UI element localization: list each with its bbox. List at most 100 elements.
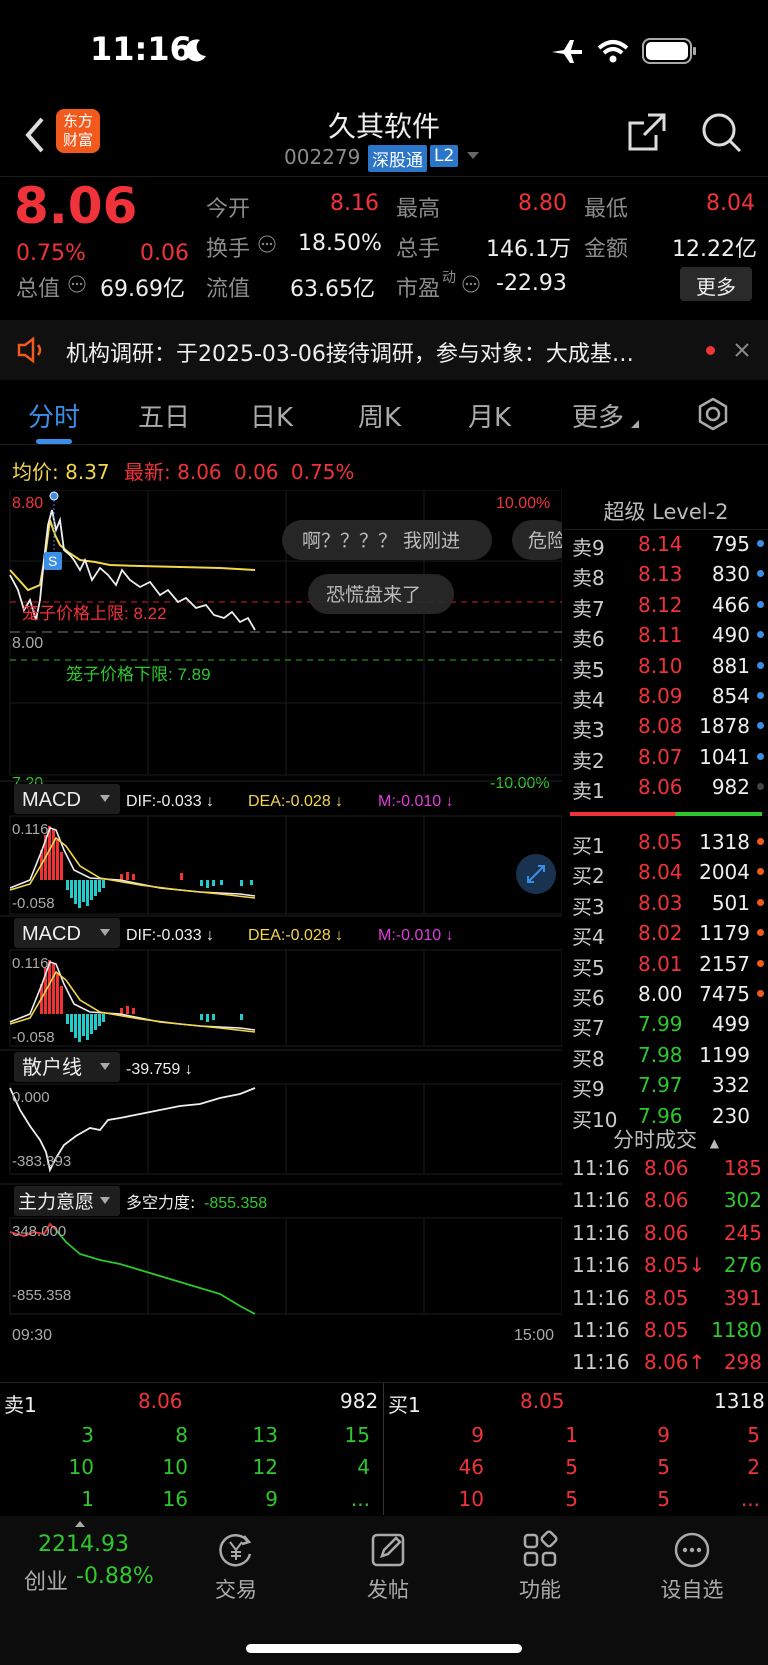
queue-sell-cell: 8	[175, 1423, 188, 1447]
tab-daily-k[interactable]: 日K	[250, 397, 293, 434]
ask-row[interactable]: 卖4 8.09 854	[564, 682, 768, 712]
info-dots-icon[interactable]	[258, 235, 276, 253]
ask-level: 卖2	[572, 748, 605, 773]
more-button[interactable]: 更多	[680, 267, 752, 301]
bid-row[interactable]: 买3 8.03 501	[564, 889, 768, 919]
trades-title[interactable]: 分时成交 ▲	[564, 1124, 768, 1156]
latest-value: 8.06	[177, 460, 222, 484]
airplane-icon	[552, 40, 582, 63]
ask-row[interactable]: 卖8 8.13 830	[564, 560, 768, 590]
retail-bottom: -383.393	[12, 1153, 71, 1170]
amount-value: 12.22亿	[672, 237, 757, 262]
ask-volume: 854	[711, 684, 750, 708]
queue-buy-cell: 5	[565, 1455, 578, 1479]
ask-row[interactable]: 卖3 8.08 1878	[564, 712, 768, 742]
ask-price: 8.07	[638, 744, 683, 769]
ask-row[interactable]: 卖9 8.14 795	[564, 530, 768, 560]
wifi-icon	[597, 40, 629, 63]
battery-icon	[642, 38, 696, 64]
trade-time: 11:16	[572, 1188, 630, 1213]
index-value[interactable]: 2214.93	[38, 1532, 129, 1557]
main-force-top: 348.000	[12, 1223, 66, 1240]
latest-percent: 0.75%	[290, 460, 355, 484]
ask-row[interactable]: 卖7 8.12 466	[564, 591, 768, 621]
trade-price: 8.06	[644, 1188, 689, 1213]
mktcap-value: 69.69亿	[100, 277, 185, 302]
low-value: 8.04	[706, 191, 755, 216]
queue-sell-vol: 982	[340, 1389, 379, 1413]
tab-intraday[interactable]: 分时	[28, 397, 80, 434]
ask-price: 8.08	[638, 714, 683, 739]
bid-row[interactable]: 买2 8.04 2004	[564, 858, 768, 888]
queue-sell-cell: 9	[265, 1487, 278, 1511]
pe-label: 市盈	[396, 277, 441, 302]
nav-trade[interactable]: 交易	[176, 1530, 296, 1604]
order-dot-icon	[757, 783, 764, 791]
bid-row[interactable]: 买6 8.00 7475	[564, 980, 768, 1010]
tab-more[interactable]: 更多	[572, 397, 624, 434]
main-force-name: 主力意愿	[18, 1191, 94, 1213]
status-bar: 11:16	[0, 0, 768, 105]
trade-row: 11:16 8.05 391	[564, 1286, 768, 1316]
ask-row[interactable]: 卖1 8.06 982	[564, 773, 768, 803]
period-tabs: 分时 五日 日K 周K 月K 更多	[0, 383, 768, 445]
nav-watchlist[interactable]: 设自选	[632, 1530, 752, 1604]
danmaku-text: 危险	[528, 530, 562, 552]
bid-price: 8.02	[638, 921, 683, 946]
close-icon[interactable]	[734, 342, 750, 358]
bid-level: 买8	[572, 1046, 605, 1071]
order-dot-icon	[757, 692, 764, 699]
trade-time: 11:16	[572, 1350, 630, 1375]
index-name[interactable]: 创业	[24, 1564, 68, 1596]
connect-badge: 深股通	[368, 145, 427, 172]
tab-weekly-k[interactable]: 周K	[358, 397, 401, 434]
nav-post[interactable]: 发帖	[328, 1530, 448, 1604]
tab-five-day[interactable]: 五日	[138, 397, 190, 434]
macd2-m: M:-0.010 ↓	[378, 927, 454, 944]
status-time: 11:16	[90, 30, 192, 68]
bid-row[interactable]: 买8 7.98 1199	[564, 1041, 768, 1071]
queue-buy-label: 买1	[388, 1393, 421, 1417]
intraday-info-line: 均价: 8.37 最新: 8.06 0.06 0.75%	[12, 456, 354, 485]
index-change[interactable]: -0.88%	[76, 1564, 154, 1589]
ask-level: 卖5	[572, 657, 605, 682]
search-icon[interactable]	[700, 111, 744, 155]
ask-row[interactable]: 卖6 8.11 490	[564, 621, 768, 651]
trade-volume: 1180	[711, 1318, 762, 1342]
quote-panel: 8.06 0.75% 0.06 今开 8.16 最高 8.80 最低 8.04 …	[0, 176, 768, 316]
amount-label: 金额	[584, 237, 629, 262]
queue-sell-cell: 13	[252, 1423, 278, 1447]
bid-row[interactable]: 买7 7.99 499	[564, 1010, 768, 1040]
chart-area: 均价: 8.37 最新: 8.06 0.06 0.75% S 8.80 8.00…	[0, 448, 562, 1388]
trade-time: 11:16	[572, 1253, 630, 1278]
bid-row[interactable]: 买9 7.97 332	[564, 1071, 768, 1101]
bid-row[interactable]: 买1 8.05 1318	[564, 828, 768, 858]
bid-level: 买7	[572, 1016, 605, 1041]
queue-sell-cell: 10	[162, 1455, 188, 1479]
order-dot-icon	[757, 868, 764, 876]
share-icon[interactable]	[626, 111, 668, 153]
info-dots-icon[interactable]	[68, 275, 86, 293]
trade-volume: 302	[723, 1188, 762, 1213]
order-book-title[interactable]: 超级 Level-2	[564, 490, 768, 530]
bid-row[interactable]: 买5 8.01 2157	[564, 950, 768, 980]
yuan-refresh-icon	[219, 1534, 252, 1567]
notice-banner[interactable]: 机构调研：于2025-03-06接待调研，参与对象：大成基…	[0, 320, 768, 380]
nav-functions[interactable]: 功能	[480, 1530, 600, 1604]
ask-row[interactable]: 卖5 8.10 881	[564, 652, 768, 682]
tab-monthly-k[interactable]: 月K	[468, 397, 511, 434]
order-dot-icon	[757, 600, 764, 608]
ask-row[interactable]: 卖2 8.07 1041	[564, 743, 768, 773]
bid-volume: 2004	[699, 860, 750, 885]
retail-top: 0.000	[12, 1089, 50, 1106]
order-dot-icon	[757, 661, 764, 669]
order-dot-icon	[757, 631, 764, 639]
gear-icon[interactable]	[696, 397, 730, 431]
macd2-top: 0.116	[12, 955, 48, 972]
trades-title-label: 分时成交	[613, 1128, 698, 1152]
info-dots-icon[interactable]	[462, 275, 480, 293]
bid-row[interactable]: 买4 8.02 1179	[564, 919, 768, 949]
chart-svg[interactable]: S 8.80 8.00 7.20 10.00% -10.00% 笼子价格上限: …	[0, 490, 562, 1386]
dropdown-triangle-icon[interactable]	[466, 151, 480, 161]
bid-volume: 499	[711, 1012, 750, 1037]
